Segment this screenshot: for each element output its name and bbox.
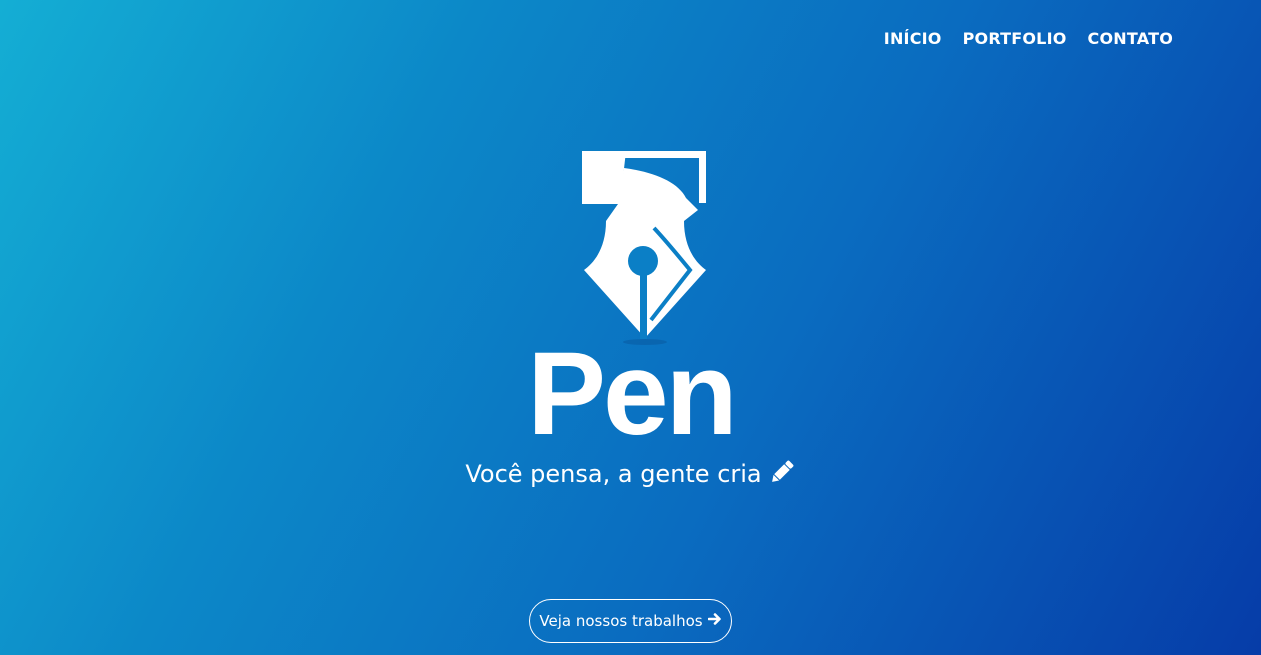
view-work-button-label: Veja nossos trabalhos — [539, 612, 703, 630]
nav-item-contato[interactable]: CONTATO — [1088, 28, 1173, 50]
pencil-icon — [768, 458, 796, 495]
arrow-right-icon — [707, 612, 722, 630]
view-work-button[interactable]: Veja nossos trabalhos — [529, 599, 732, 643]
logo-wordmark: Pen — [527, 328, 734, 438]
nav-item-inicio[interactable]: INÍCIO — [884, 28, 942, 50]
top-navigation: INÍCIO PORTFOLIO CONTATO — [884, 28, 1173, 50]
pen-logo: Pen — [526, 148, 736, 438]
nav-item-portfolio[interactable]: PORTFOLIO — [963, 28, 1067, 50]
pen-logo-graphic: Pen — [527, 151, 736, 438]
hero-tagline: Você pensa, a gente cria — [0, 457, 1261, 495]
tagline-text: Você pensa, a gente cria — [465, 460, 762, 488]
